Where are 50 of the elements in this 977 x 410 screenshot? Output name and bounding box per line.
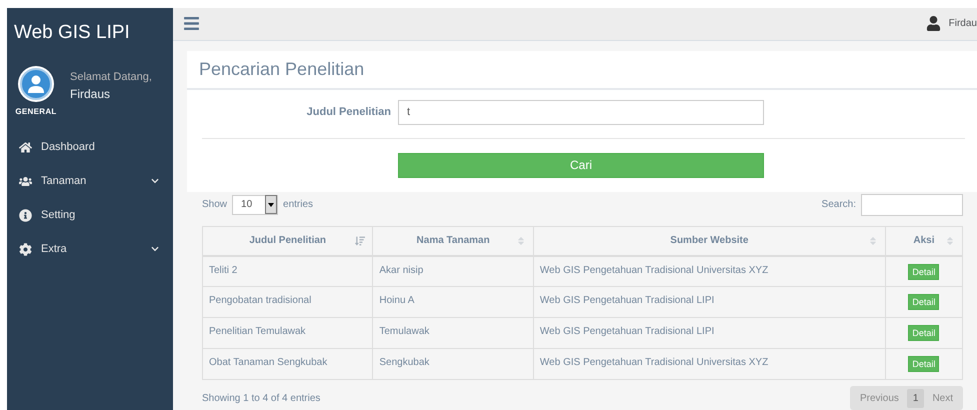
table-cell: Penelitian Temulawak: [202, 318, 373, 348]
title-field[interactable]: t: [398, 100, 764, 124]
panel-title: Pencarian Penelitian: [187, 58, 977, 90]
user-name[interactable]: Firdau: [948, 18, 977, 30]
show-label: Show: [202, 199, 228, 210]
table-cell: Hoinu A: [372, 286, 534, 318]
home-icon: [19, 140, 32, 154]
menu-item[interactable]: Setting: [7, 198, 173, 232]
info-icon: [19, 208, 32, 222]
column-header[interactable]: Aksi: [885, 226, 962, 256]
menu-item[interactable]: Dashboard: [7, 130, 173, 164]
detail-button[interactable]: Detail: [908, 294, 940, 310]
menu-item[interactable]: Tanaman: [7, 164, 173, 198]
caret-icon: [268, 202, 274, 206]
table-cell: Temulawak: [372, 318, 534, 348]
search-label: Search:: [822, 199, 856, 210]
search-button[interactable]: Cari: [398, 152, 764, 178]
page-link[interactable]: Previous: [854, 388, 905, 408]
column-header[interactable]: Nama Tanaman: [372, 226, 534, 256]
table-cell: Akar nisip: [372, 256, 534, 286]
table-cell: Web GIS Pengetahuan Tradisional LIPI: [533, 318, 886, 348]
column-header[interactable]: Sumber Website: [533, 226, 886, 256]
search-field[interactable]: [861, 194, 963, 216]
entries-label: entries: [283, 199, 314, 210]
user-icon: [926, 16, 941, 32]
users-icon: [19, 174, 32, 188]
brand-title: Web GIS LIPI: [13, 21, 131, 45]
page-link[interactable]: Next: [926, 388, 959, 408]
column-header[interactable]: Judul Penelitian: [202, 226, 373, 256]
entries-info: Showing 1 to 4 of 4 entries: [202, 392, 320, 404]
menu-item[interactable]: Extra: [7, 232, 173, 266]
user-role: GENERAL: [15, 107, 57, 116]
table-cell: Web GIS Pengetahuan Tradisional Universitas XYZ: [533, 256, 886, 286]
settings-icon: [19, 242, 32, 256]
page-size-select[interactable]: 10: [232, 194, 278, 214]
user-name: Firdaus: [70, 87, 112, 101]
table-cell: Pengobatan tradisional: [202, 286, 373, 318]
greeting-text: Selamat Datang,: [70, 71, 152, 83]
field-label: Judul Penelitian: [306, 106, 392, 118]
table-cell: Web GIS Pengetahuan Tradisional Universitas XYZ: [533, 348, 886, 380]
table-cell: Sengkubak: [372, 348, 534, 380]
detail-button[interactable]: Detail: [908, 356, 940, 372]
menu-icon[interactable]: [183, 15, 200, 32]
table-cell: Obat Tanaman Sengkubak: [202, 348, 373, 380]
detail-button[interactable]: Detail: [908, 264, 940, 280]
detail-button[interactable]: Detail: [908, 325, 940, 341]
page-link[interactable]: 1: [906, 388, 924, 408]
table-cell: Web GIS Pengetahuan Tradisional LIPI: [533, 286, 886, 318]
table-cell: Teliti 2: [202, 256, 373, 286]
avatar-icon: [17, 65, 55, 103]
